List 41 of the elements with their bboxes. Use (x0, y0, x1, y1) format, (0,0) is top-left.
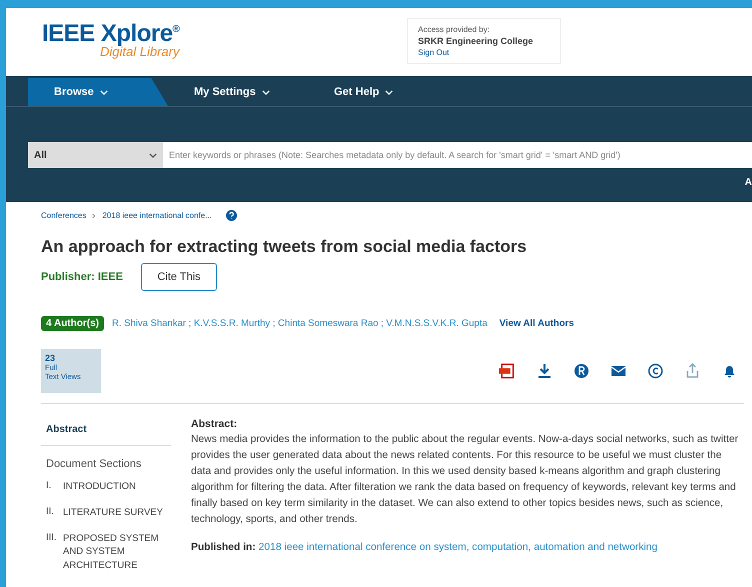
authors-count-badge[interactable]: 4 Author(s) (41, 316, 104, 331)
access-label: Access provided by: (418, 25, 491, 34)
chevron-right-icon (92, 212, 96, 218)
search-field[interactable]: Enter keywords or phrases (Note: Searches metadata only by default. A search for 'smart grid' = 'smart AND grid') (163, 142, 752, 168)
nav-tab[interactable]: Get Help (308, 78, 448, 106)
chevron-down-icon (385, 90, 394, 95)
chevron-down-icon (149, 152, 157, 158)
abstract-heading: Abstract: (191, 418, 238, 430)
institution-name: SRKR Engineering College (418, 36, 534, 46)
section-number: I. (46, 480, 52, 493)
sign-out-link[interactable]: Sign Out (418, 48, 550, 57)
section-number: III. (46, 532, 58, 545)
email-icon[interactable] (610, 363, 627, 379)
chevron-down-icon (100, 90, 108, 95)
published-in-label: Published in: (191, 542, 256, 553)
nav-tab[interactable]: My Settings (168, 78, 308, 106)
author-list[interactable]: R. Shiva Shankar ; K.V.S.S.R. Murthy ; Chinta Someswara Rao ; V.M.N.S.S.V.K.R. Gupta (112, 318, 488, 329)
chevron-down-icon (262, 90, 270, 95)
abstract-text: News media provides the information to the public about the regular events. Now-a-days social networks, such as twitter provides the user generated data about the news related contents. For this resource to be useful we must cluster the data and provides only the useful information. In this we used density based k-means algorithm and graph clustering algorithm for filtering the data. After filteration we rank the data based on frequency of keywords, relevant key terms and finally based on key term similarity in the dataset. We can also extend to other topics besides news, such as science, technology, sports, and other trends. (191, 433, 740, 527)
view-all-authors-link[interactable]: View All Authors (499, 318, 574, 329)
nav-tab[interactable]: Browse (28, 78, 168, 106)
abstract-nav-link[interactable]: Abstract (41, 418, 171, 446)
article-title: An approach for extracting tweets from social media factors (41, 237, 528, 257)
section-link[interactable]: INTRODUCTION (63, 480, 163, 494)
breadcrumb-link[interactable]: Conferences (41, 211, 86, 220)
section-link[interactable]: LITERATURE SURVEY (63, 506, 163, 520)
circle-r-icon[interactable] (573, 363, 590, 379)
download-icon[interactable] (536, 363, 553, 379)
publisher-label: Publisher: IEEE (41, 271, 123, 283)
copyright-icon[interactable] (647, 363, 664, 379)
advanced-search-link[interactable]: A (744, 177, 752, 188)
document-sections-heading: Document Sections (46, 458, 142, 470)
section-link[interactable]: PROPOSED SYSTEM AND SYSTEM ARCHITECTURE (63, 532, 163, 573)
cite-this-button[interactable]: Cite This (140, 263, 217, 291)
ieee-xplore-logo[interactable]: IEEE Xplore$^{®}$ Digital Library (42, 20, 202, 59)
pdf-icon[interactable] (499, 363, 516, 379)
help-icon[interactable] (226, 210, 237, 221)
conference-link[interactable]: 2018 ieee international conference on system, computation, automation and networking (258, 542, 658, 553)
section-number: II. (46, 506, 55, 519)
scope-dropdown[interactable]: All (28, 142, 163, 168)
breadcrumb-link[interactable]: 2018 ieee international confe... (102, 211, 212, 220)
